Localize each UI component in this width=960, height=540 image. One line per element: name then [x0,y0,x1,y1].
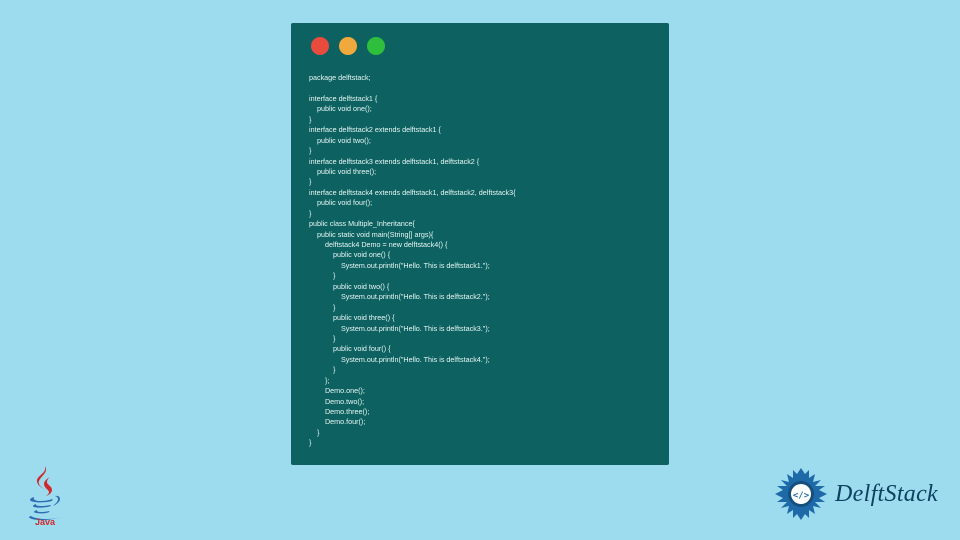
window-controls [311,37,651,55]
java-logo-text: Java [35,517,56,526]
delftstack-badge-icon: </> [773,466,829,522]
code-window: package delftstack; interface delftstack… [291,23,669,465]
delftstack-logo: </> DelftStack [773,466,938,522]
code-block: package delftstack; interface delftstack… [309,73,651,449]
delftstack-logo-text: DelftStack [835,481,938,508]
java-logo-icon: Java [22,464,68,526]
window-close-icon [311,37,329,55]
window-maximize-icon [367,37,385,55]
svg-text:</>: </> [793,491,810,501]
window-minimize-icon [339,37,357,55]
